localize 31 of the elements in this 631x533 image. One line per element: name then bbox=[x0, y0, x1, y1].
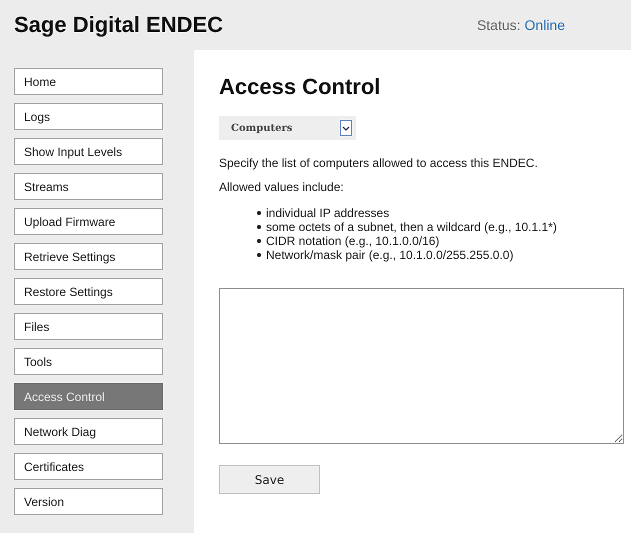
status-label: Status: bbox=[476, 17, 521, 33]
bullet-icon bbox=[257, 211, 261, 215]
bullet-icon bbox=[257, 253, 261, 257]
page-title: Access Control bbox=[219, 74, 380, 100]
input-field[interactable] bbox=[219, 288, 624, 444]
sidebar-item[interactable]: Certificates bbox=[14, 453, 163, 480]
allowed-heading: Allowed values include: bbox=[219, 180, 345, 194]
sidebar-item[interactable]: Retrieve Settings bbox=[14, 243, 163, 270]
site-title: Sage Digital ENDEC bbox=[14, 12, 224, 38]
sidebar-item[interactable]: Logs bbox=[14, 103, 163, 130]
sidebar-item[interactable]: Network Diag bbox=[14, 418, 163, 445]
save-button[interactable]: Save bbox=[219, 465, 320, 494]
sidebar-item[interactable]: Upload Firmware bbox=[14, 208, 163, 235]
list-item: CIDR notation (e.g., 10.1.0.0/16) bbox=[266, 234, 440, 248]
caret-icon bbox=[340, 120, 352, 136]
list-item: some octets of a subnet, then a wildcard (e.g., 10.1.1*) bbox=[266, 220, 557, 234]
sidebar-item[interactable]: Tools bbox=[14, 348, 163, 375]
sidebar-item[interactable]: Files bbox=[14, 313, 163, 340]
sidebar-item[interactable]: Home bbox=[14, 68, 163, 95]
sidebar-item[interactable]: Version bbox=[14, 488, 163, 515]
bullet-icon bbox=[257, 239, 261, 243]
status-value: Online bbox=[524, 17, 565, 33]
bullet-icon bbox=[257, 225, 261, 229]
list-item: individual IP addresses bbox=[266, 206, 390, 220]
sidebar-item[interactable]: Show Input Levels bbox=[14, 138, 163, 165]
description: Specify the list of computers allowed to access this ENDEC. bbox=[219, 156, 539, 170]
sidebar-item[interactable]: Access Control bbox=[14, 383, 163, 410]
sidebar-item[interactable]: Streams bbox=[14, 173, 163, 200]
sidebar-item[interactable]: Restore Settings bbox=[14, 278, 163, 305]
list-item: Network/mask pair (e.g., 10.1.0.0/255.255.0.0) bbox=[266, 248, 514, 262]
dropdown[interactable]: Computers bbox=[219, 116, 356, 140]
